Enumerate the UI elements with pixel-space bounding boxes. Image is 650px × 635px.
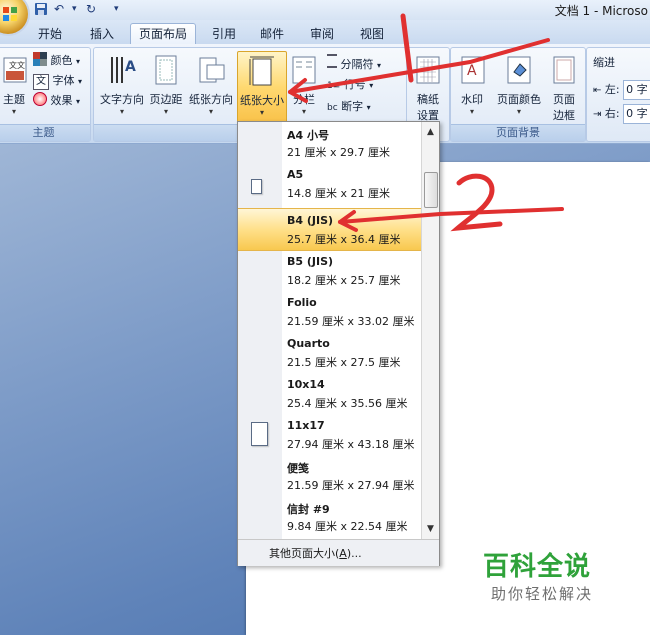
indent-left-icon: ⇤: [593, 85, 602, 96]
paper-size-item-folio[interactable]: Folio 21.59 厘米 x 33.02 厘米: [238, 291, 421, 332]
paragraph-group: 缩进 ⇤ 左: 0 字 ⇥ 右: 0 字: [586, 47, 650, 142]
text-direction-icon: A: [111, 57, 136, 83]
tab-review[interactable]: 审阅: [302, 24, 342, 44]
hyphenation-icon: bc: [327, 103, 338, 113]
paper-size-item-quarto[interactable]: Quarto 21.5 厘米 x 27.5 厘米: [238, 332, 421, 373]
indent-right: ⇥ 右: 0 字: [593, 104, 650, 124]
themes-group: 文文 主题 ▾ 颜色 ▾ 文 字体 ▾ 效果 ▾ 主题: [0, 47, 91, 142]
tab-insert[interactable]: 插入: [82, 24, 122, 44]
title-bar: ↶ ▾ ↻ ▾ 文档 1 - Microso: [0, 0, 650, 20]
paper-size-item-11x17[interactable]: 11x17 27.94 厘米 x 43.18 厘米: [238, 414, 421, 455]
paper-icon: [251, 179, 262, 194]
line-numbers-button[interactable]: 1≡ 行号 ▾: [327, 76, 373, 94]
page-borders-button[interactable]: 页面 边框: [547, 51, 581, 122]
page-color-button[interactable]: 页面颜色 ▾: [493, 51, 545, 121]
effects-icon: [33, 92, 47, 106]
paper-size-button[interactable]: 纸张大小 ▾: [237, 51, 287, 123]
text-direction-button[interactable]: A 文字方向 ▾: [99, 51, 145, 121]
indent-right-input[interactable]: 0 字: [623, 104, 650, 124]
paint-bucket-icon: [507, 56, 531, 84]
breaks-button[interactable]: 分隔符 ▾: [327, 54, 381, 72]
breaks-icon: [327, 54, 337, 68]
themes-group-label: 主题: [0, 124, 90, 141]
watermark-logo-subtitle: 助你轻松解决: [491, 585, 594, 603]
more-paper-sizes-item[interactable]: 其他页面大小(A)...: [269, 545, 362, 561]
redo-icon[interactable]: ↻: [86, 2, 96, 18]
fonts-icon: 文: [33, 74, 49, 90]
paper-size-menu: A4 小号 21 厘米 x 29.7 厘米 A5 14.8 厘米 x 21 厘米…: [237, 121, 440, 566]
paper-size-icon: [249, 56, 274, 86]
page-background-group-label: 页面背景: [451, 124, 585, 141]
paper-icon: [251, 422, 268, 446]
save-icon[interactable]: [34, 2, 48, 18]
scroll-up-icon[interactable]: ▲: [422, 124, 439, 140]
quick-access-menu-icon[interactable]: ▾: [114, 4, 119, 20]
paper-size-list: A4 小号 21 厘米 x 29.7 厘米 A5 14.8 厘米 x 21 厘米…: [238, 122, 421, 539]
colors-icon: [33, 52, 47, 66]
paper-size-item-a4-small[interactable]: A4 小号 21 厘米 x 29.7 厘米: [238, 122, 421, 163]
svg-text:A: A: [467, 63, 477, 79]
columns-button[interactable]: 分栏 ▾: [287, 51, 321, 121]
paper-size-item-b5-jis[interactable]: B5 (JIS) 18.2 厘米 x 25.7 厘米: [238, 250, 421, 291]
scrollbar-thumb[interactable]: [424, 172, 438, 208]
margins-button[interactable]: 页边距 ▾: [147, 51, 185, 121]
watermark-logo-title: 百科全说: [483, 552, 592, 582]
theme-effects-button[interactable]: 效果 ▾: [33, 92, 80, 110]
theme-colors-button[interactable]: 颜色 ▾: [33, 52, 80, 70]
paper-size-item-b4-jis[interactable]: B4 (JIS) 25.7 厘米 x 36.4 厘米: [238, 208, 421, 251]
indent-label: 缩进: [593, 56, 615, 69]
columns-icon: [292, 56, 316, 84]
tab-page-layout[interactable]: 页面布局: [130, 23, 197, 45]
theme-fonts-button[interactable]: 文 字体 ▾: [33, 72, 82, 90]
page-borders-icon: [553, 56, 575, 84]
tab-references[interactable]: 引用: [204, 24, 244, 44]
themes-button[interactable]: 文文 主题 ▾: [1, 51, 27, 121]
paper-size-item-note[interactable]: 便笺 21.59 厘米 x 27.94 厘米: [238, 455, 421, 496]
line-numbers-icon: 1≡: [327, 81, 341, 91]
paper-size-item-10x14[interactable]: 10x14 25.4 厘米 x 35.56 厘米: [238, 373, 421, 414]
paper-size-scrollbar[interactable]: ▲ ▼: [421, 122, 439, 539]
indent-right-icon: ⇥: [593, 109, 602, 120]
undo-dropdown-icon[interactable]: ▾: [72, 4, 77, 20]
office-logo-icon: [3, 7, 17, 21]
margins-icon: [155, 55, 177, 85]
indent-left: ⇤ 左: 0 字: [593, 80, 650, 100]
undo-icon[interactable]: ↶: [54, 2, 64, 18]
orientation-button[interactable]: 纸张方向 ▾: [187, 51, 235, 121]
svg-text:A: A: [125, 59, 136, 75]
tab-home[interactable]: 开始: [30, 24, 70, 44]
paper-size-item-envelope-9[interactable]: 信封 #9 9.84 厘米 x 22.54 厘米: [238, 496, 421, 537]
indent-left-input[interactable]: 0 字: [623, 80, 650, 100]
paper-size-item-a5[interactable]: A5 14.8 厘米 x 21 厘米: [238, 163, 421, 204]
orientation-icon: [199, 57, 225, 83]
window-title: 文档 1 - Microso: [554, 4, 648, 18]
paper-size-menu-footer: 其他页面大小(A)...: [238, 539, 439, 566]
paper-setup-button[interactable]: 稿纸 设置: [409, 51, 447, 122]
watermark-icon: A: [461, 56, 485, 84]
scroll-down-icon[interactable]: ▼: [422, 521, 439, 537]
draft-paper-icon: [416, 56, 440, 84]
watermark-button[interactable]: A 水印 ▾: [453, 51, 491, 121]
themes-icon: 文文: [3, 57, 27, 83]
page-background-group: A 水印 ▾ 页面颜色 ▾ 页面 边框 页面背景: [450, 47, 586, 142]
hyphenation-button[interactable]: bc 断字 ▾: [327, 98, 371, 116]
tab-view[interactable]: 视图: [352, 24, 392, 44]
svg-text:文文: 文文: [9, 60, 25, 70]
tab-mailings[interactable]: 邮件: [252, 24, 292, 44]
ribbon-tabs: 开始 插入 页面布局 引用 邮件 审阅 视图: [0, 20, 650, 45]
